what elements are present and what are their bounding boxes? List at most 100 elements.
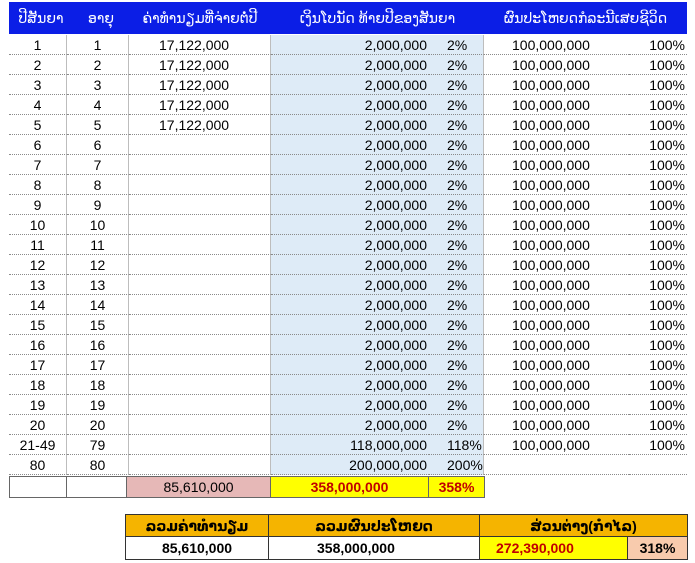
premium-cell: [129, 315, 271, 335]
cash-value-cell: 2,000,000: [271, 275, 429, 295]
table-row: 8 8 2,000,000 2% 100,000,000 100%: [9, 175, 687, 195]
age-cell: 2: [67, 55, 129, 75]
benefit-pct-cell: 100%: [629, 395, 687, 415]
cash-value-cell: 2,000,000: [271, 415, 429, 435]
premium-cell: [129, 275, 271, 295]
cash-pct-cell: 2%: [429, 415, 484, 435]
cash-value-cell: 2,000,000: [271, 175, 429, 195]
cash-pct-cell: 118%: [429, 435, 484, 455]
benefit-pct-cell: 100%: [629, 375, 687, 395]
table-row: 12 12 2,000,000 2% 100,000,000 100%: [9, 255, 687, 275]
year-cell: 19: [9, 395, 67, 415]
benefit-cell: 100,000,000: [484, 295, 629, 315]
table-row: 18 18 2,000,000 2% 100,000,000 100%: [9, 375, 687, 395]
benefit-cell: 100,000,000: [484, 175, 629, 195]
cash-value-cell: 200,000,000: [271, 455, 429, 475]
cash-pct-cell: 2%: [429, 355, 484, 375]
year-cell: 10: [9, 215, 67, 235]
benefit-pct-cell: 100%: [629, 335, 687, 355]
cash-pct-cell: 2%: [429, 255, 484, 275]
year-cell: 8: [9, 175, 67, 195]
cash-pct-cell: 2%: [429, 175, 484, 195]
benefit-pct-cell: 100%: [629, 255, 687, 275]
cash-value-cell: 118,000,000: [271, 435, 429, 455]
premium-cell: [129, 375, 271, 395]
year-cell: 16: [9, 335, 67, 355]
total-premium-cell: 85,610,000: [127, 476, 271, 498]
benefit-cell: 100,000,000: [484, 155, 629, 175]
age-cell: 79: [67, 435, 129, 455]
cash-value-cell: 2,000,000: [271, 155, 429, 175]
table-row: 5 5 17,122,000 2,000,000 2% 100,000,000 100%: [9, 115, 687, 135]
year-cell: 9: [9, 195, 67, 215]
age-cell: 15: [67, 315, 129, 335]
benefit-pct-cell: 100%: [629, 175, 687, 195]
cash-pct-cell: 200%: [429, 455, 484, 475]
benefit-pct-cell: 100%: [629, 75, 687, 95]
premium-cell: 17,122,000: [129, 75, 271, 95]
age-cell: 13: [67, 275, 129, 295]
benefit-cell: 100,000,000: [484, 255, 629, 275]
year-cell: 20: [9, 415, 67, 435]
cash-value-cell: 2,000,000: [271, 95, 429, 115]
year-cell: 4: [9, 95, 67, 115]
premium-cell: [129, 195, 271, 215]
benefit-cell: 100,000,000: [484, 135, 629, 155]
benefit-cell: 100,000,000: [484, 195, 629, 215]
premium-cell: 17,122,000: [129, 55, 271, 75]
year-cell: 12: [9, 255, 67, 275]
header-death-benefit: ຜົນປະໂຫຍດກໍລະນີເສຍຊີວິດ: [503, 10, 668, 26]
table-row: 4 4 17,122,000 2,000,000 2% 100,000,000 100%: [9, 95, 687, 115]
cash-pct-cell: 2%: [429, 75, 484, 95]
benefit-pct-cell: 100%: [629, 235, 687, 255]
benefit-pct-cell: [629, 455, 687, 475]
premium-cell: [129, 355, 271, 375]
cash-value-cell: 2,000,000: [271, 75, 429, 95]
table-row: 7 7 2,000,000 2% 100,000,000 100%: [9, 155, 687, 175]
premium-cell: [129, 435, 271, 455]
premium-cell: [129, 215, 271, 235]
year-cell: 2: [9, 55, 67, 75]
total-cash-pct-cell: 358%: [429, 476, 485, 498]
age-cell: 17: [67, 355, 129, 375]
cash-pct-cell: 2%: [429, 235, 484, 255]
table-row: 13 13 2,000,000 2% 100,000,000 100%: [9, 275, 687, 295]
benefit-cell: 100,000,000: [484, 35, 629, 55]
benefit-cell: 100,000,000: [484, 355, 629, 375]
table-row: 6 6 2,000,000 2% 100,000,000 100%: [9, 135, 687, 155]
benefit-pct-cell: 100%: [629, 155, 687, 175]
summary-header-total-premium: ລວມຄ່າທຳນຽມ: [125, 514, 269, 537]
premium-cell: [129, 175, 271, 195]
summary-difference-pct: 318%: [628, 537, 688, 560]
cash-value-cell: 2,000,000: [271, 195, 429, 215]
benefit-pct-cell: 100%: [629, 435, 687, 455]
header-cash-value: ເງິນໂບນັດ ທ້າຍປີຂອງສັນຍາ: [299, 10, 456, 26]
year-cell: 15: [9, 315, 67, 335]
benefit-cell: 100,000,000: [484, 235, 629, 255]
table-row: 19 19 2,000,000 2% 100,000,000 100%: [9, 395, 687, 415]
table-row: 15 15 2,000,000 2% 100,000,000 100%: [9, 315, 687, 335]
cash-value-cell: 2,000,000: [271, 115, 429, 135]
benefit-pct-cell: 100%: [629, 215, 687, 235]
benefit-cell: 100,000,000: [484, 215, 629, 235]
header-premium: ຄ່າທຳນຽມທີ່ຈ່າຍຕໍ່ປີ: [142, 10, 258, 26]
cash-value-cell: 2,000,000: [271, 135, 429, 155]
cash-value-cell: 2,000,000: [271, 355, 429, 375]
table-row: 1 1 17,122,000 2,000,000 2% 100,000,000 100%: [9, 35, 687, 55]
benefit-cell: 100,000,000: [484, 435, 629, 455]
year-cell: 17: [9, 355, 67, 375]
age-cell: 14: [67, 295, 129, 315]
year-cell: 6: [9, 135, 67, 155]
cash-value-cell: 2,000,000: [271, 295, 429, 315]
cash-pct-cell: 2%: [429, 135, 484, 155]
header-year: ປີສັນຍາ: [18, 10, 64, 26]
year-cell: 14: [9, 295, 67, 315]
cash-value-cell: 2,000,000: [271, 255, 429, 275]
table-row: 2 2 17,122,000 2,000,000 2% 100,000,000 100%: [9, 55, 687, 75]
totals-row: 85,610,000 358,000,000 358%: [9, 476, 687, 498]
cash-pct-cell: 2%: [429, 335, 484, 355]
cash-value-cell: 2,000,000: [271, 55, 429, 75]
cash-pct-cell: 2%: [429, 215, 484, 235]
summary-difference-value: 272,390,000: [480, 537, 628, 560]
table-row: 20 20 2,000,000 2% 100,000,000 100%: [9, 415, 687, 435]
